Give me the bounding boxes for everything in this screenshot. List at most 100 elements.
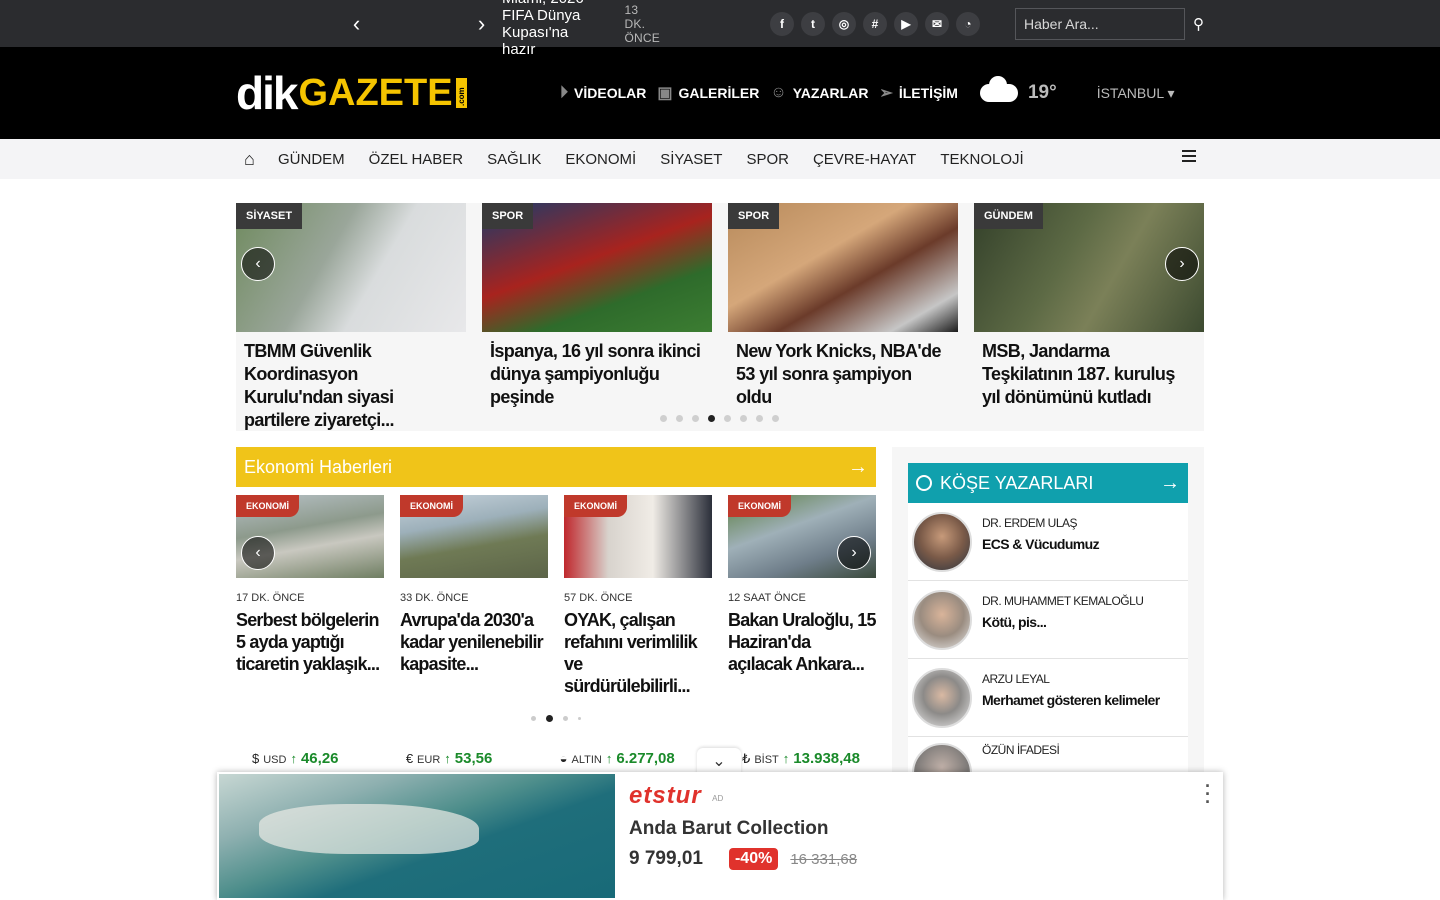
ad-label: AD bbox=[712, 794, 724, 804]
columnist-item[interactable]: ARZU LEYAL Merhamet gösteren kelimeler bbox=[908, 659, 1188, 737]
social-links: f t ◎ # ▶ ✉ ◔ bbox=[769, 11, 980, 36]
columnist-name: DR. MUHAMMET KEMALOĞLU bbox=[982, 593, 1144, 608]
slide-title: MSB, Jandarma Teşkilatının 187. kuruluş … bbox=[982, 341, 1175, 407]
twitter-icon[interactable]: t bbox=[800, 11, 825, 36]
mail-icon[interactable]: ✉ bbox=[924, 11, 949, 36]
category-cevre-hayat[interactable]: ÇEVRE-HAYAT bbox=[813, 151, 916, 168]
search-input[interactable] bbox=[1014, 7, 1185, 40]
economy-slider: EKONOMİ 17 DK. ÖNCE Serbest bölgelerin 5… bbox=[236, 495, 876, 697]
slide-image: SPOR bbox=[728, 203, 958, 332]
instagram-icon[interactable]: ◎ bbox=[831, 11, 856, 36]
slide-tag: SPOR bbox=[728, 203, 780, 229]
slider-dot[interactable] bbox=[692, 415, 699, 422]
slide-card[interactable]: SPOR İspanya, 16 yıl sonra ikinci dünya … bbox=[482, 203, 712, 432]
economy-card[interactable]: EKONOMİ 17 DK. ÖNCE Serbest bölgelerin 5… bbox=[236, 495, 384, 697]
columnists-heading: KÖŞE YAZARLARI bbox=[940, 472, 1094, 493]
slider-prev-button[interactable]: ‹ bbox=[241, 247, 275, 281]
rss-icon[interactable]: ◔ bbox=[955, 11, 980, 36]
columnist-name: ÖZÜN İFADESİ bbox=[982, 743, 1060, 757]
send-icon: ➢ bbox=[879, 85, 893, 102]
columnist-item[interactable]: DR. MUHAMMET KEMALOĞLU Kötü, pis... bbox=[908, 581, 1188, 659]
category-siyaset[interactable]: SİYASET bbox=[660, 151, 722, 168]
economy-prev-button[interactable]: ‹ bbox=[241, 536, 275, 570]
economy-time: 17 DK. ÖNCE bbox=[236, 592, 305, 604]
slider-dot[interactable] bbox=[724, 415, 731, 422]
search-icon[interactable]: ⚲ bbox=[1193, 15, 1204, 33]
category-ekonomi[interactable]: EKONOMİ bbox=[565, 151, 636, 168]
slider-dot[interactable] bbox=[660, 415, 667, 422]
category-saglik[interactable]: SAĞLIK bbox=[487, 151, 541, 168]
menu-icon[interactable] bbox=[1182, 150, 1196, 164]
category-teknoloji[interactable]: TEKNOLOJİ bbox=[940, 151, 1023, 168]
economy-card[interactable]: EKONOMİ 33 DK. ÖNCE Avrupa'da 2030'a kad… bbox=[400, 495, 548, 697]
economy-tag: EKONOMİ bbox=[400, 495, 464, 517]
slider-dot[interactable] bbox=[756, 415, 763, 422]
economy-dot[interactable] bbox=[531, 716, 536, 721]
ad-collapse-button[interactable]: ⌄ bbox=[697, 748, 741, 774]
economy-dot[interactable] bbox=[578, 717, 581, 720]
more-vertical-icon[interactable]: · · · bbox=[1205, 777, 1211, 811]
economy-title: Bakan Uraloğlu, 15 Haziran'da açılacak A… bbox=[728, 610, 876, 674]
slider-dot[interactable] bbox=[676, 415, 683, 422]
slider-dot[interactable] bbox=[740, 415, 747, 422]
category-nav: ⌂ GÜNDEM ÖZEL HABER SAĞLIK EKONOMİ SİYAS… bbox=[0, 139, 1440, 179]
economy-heading: Ekonomi Haberleri bbox=[244, 456, 393, 477]
market-eur[interactable]: € EUR ↑ 53,56 bbox=[406, 750, 493, 767]
economy-dot-active[interactable] bbox=[546, 715, 553, 722]
economy-next-button[interactable]: › bbox=[837, 536, 871, 570]
slide-title: New York Knicks, NBA'de 53 yıl sonra şam… bbox=[736, 341, 941, 407]
columnist-title: Merhamet gösteren kelimeler bbox=[982, 691, 1160, 708]
nav-videos[interactable]: ⏵ VİDEOLAR bbox=[560, 83, 646, 103]
arrow-right-icon[interactable]: → bbox=[848, 456, 868, 479]
sticky-ad[interactable]: etstur AD Anda Barut Collection 9 799,01… bbox=[217, 772, 1223, 900]
ad-brand: etstur bbox=[629, 782, 702, 809]
avatar bbox=[912, 743, 972, 772]
market-usd[interactable]: $ USD ↑ 46,26 bbox=[252, 750, 339, 767]
site-header: dik GAZETE .com ⏵ VİDEOLAR ▣ GALERİLER ☺ YA… bbox=[0, 47, 1440, 139]
youtube-icon[interactable]: ▶ bbox=[893, 11, 918, 36]
nav-contact[interactable]: ➢ İLETİŞİM bbox=[879, 83, 958, 103]
chevron-left-icon[interactable]: ‹ bbox=[236, 11, 477, 37]
market-gold[interactable]: ◒ ALTIN ↑ 6.277,08 bbox=[560, 750, 675, 767]
slide-card[interactable]: SPOR New York Knicks, NBA'de 53 yıl sonr… bbox=[728, 203, 958, 432]
home-icon[interactable]: ⌂ bbox=[244, 149, 268, 170]
slide-card[interactable]: SİYASET TBMM Güvenlik Koordinasyon Kurul… bbox=[236, 203, 466, 432]
category-gundem[interactable]: GÜNDEM bbox=[278, 151, 345, 168]
site-logo[interactable]: dik GAZETE .com bbox=[236, 66, 472, 120]
economy-time: 33 DK. ÖNCE bbox=[400, 592, 469, 604]
cloud-icon bbox=[979, 76, 1018, 102]
columnists-header[interactable]: KÖŞE YAZARLARI → bbox=[908, 463, 1188, 503]
category-ozel-haber[interactable]: ÖZEL HABER bbox=[369, 151, 463, 168]
economy-card[interactable]: EKONOMİ 12 SAAT ÖNCE Bakan Uraloğlu, 15 … bbox=[728, 495, 876, 697]
facebook-icon[interactable]: f bbox=[769, 11, 794, 36]
market-bist[interactable]: ₺ BİST ↑ 13.938,48 bbox=[742, 750, 860, 767]
image-icon: ▣ bbox=[657, 85, 673, 102]
economy-header[interactable]: Ekonomi Haberleri → bbox=[236, 447, 876, 487]
play-icon: ⏵ bbox=[560, 84, 569, 101]
economy-tag: EKONOMİ bbox=[236, 495, 300, 517]
slide-tag: GÜNDEM bbox=[974, 203, 1043, 229]
economy-dot[interactable] bbox=[563, 716, 568, 721]
slider-dot[interactable] bbox=[772, 415, 779, 422]
chevron-right-icon[interactable]: › bbox=[477, 11, 486, 37]
breaking-time: 13 DK. ÖNCE bbox=[624, 2, 660, 45]
columnist-item[interactable]: DR. ERDEM ULAŞ ECS & Vücudumuz bbox=[908, 503, 1188, 581]
columnist-item[interactable]: ÖZÜN İFADESİ bbox=[908, 737, 1188, 773]
ad-price: 9 799,01 bbox=[629, 848, 703, 869]
category-spor[interactable]: SPOR bbox=[746, 151, 789, 168]
economy-image: EKONOMİ bbox=[400, 495, 548, 578]
city-select[interactable]: İSTANBUL ▾ bbox=[1097, 85, 1175, 102]
slider-next-button[interactable]: › bbox=[1165, 247, 1199, 281]
slide-card[interactable]: GÜNDEM MSB, Jandarma Teşkilatının 187. k… bbox=[974, 203, 1204, 432]
weather-widget: 19° bbox=[979, 76, 1057, 104]
avatar bbox=[912, 511, 972, 572]
economy-card[interactable]: EKONOMİ 57 DK. ÖNCE OYAK, çalışan refahı… bbox=[564, 495, 712, 697]
arrow-right-icon[interactable]: → bbox=[1160, 472, 1180, 495]
slider-dot-active[interactable] bbox=[708, 415, 715, 422]
nav-authors[interactable]: ☺ YAZARLAR bbox=[770, 83, 868, 103]
hashtag-icon[interactable]: # bbox=[862, 11, 887, 36]
columnists-panel: KÖŞE YAZARLARI → DR. ERDEM ULAŞ ECS & Vü… bbox=[892, 447, 1204, 787]
user-circle-icon bbox=[916, 475, 932, 491]
nav-galleries[interactable]: ▣ GALERİLER bbox=[657, 83, 759, 103]
slider-dots bbox=[660, 415, 779, 422]
